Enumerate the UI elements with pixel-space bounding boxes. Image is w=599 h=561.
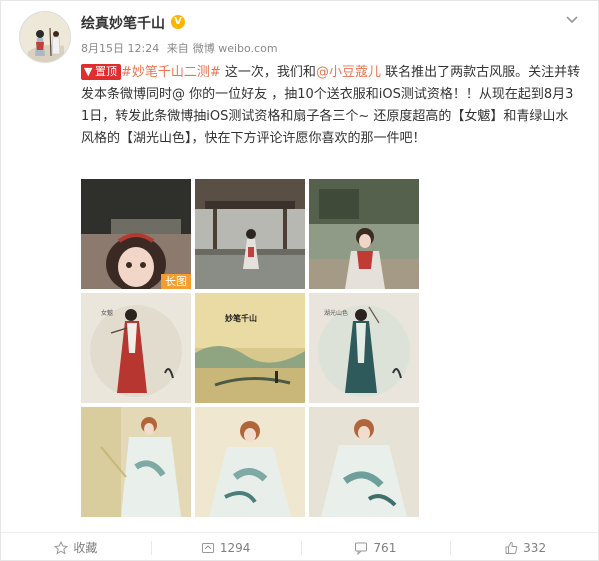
image-thumbnail[interactable]: 湖光山色 — [309, 293, 419, 403]
post-source-prefix: 来自 — [166, 42, 189, 55]
hashtag-link[interactable]: #妙笔千山二测# — [121, 65, 221, 80]
verified-badge-icon: V — [171, 15, 185, 29]
comment-count: 761 — [373, 540, 397, 555]
repost-icon — [201, 542, 214, 553]
pinned-label: 置顶 — [95, 65, 117, 78]
image-thumbnail[interactable]: 长图 — [81, 179, 191, 289]
calligraphy-text: 女魃 — [101, 309, 113, 317]
chevron-down-icon[interactable] — [564, 11, 580, 27]
image-thumbnail[interactable] — [195, 407, 305, 517]
like-button[interactable]: 332 — [450, 533, 599, 561]
calligraphy-text: 妙笔千山 — [225, 313, 257, 323]
image-thumbnail[interactable] — [81, 407, 191, 517]
username[interactable]: 绘真妙笔千山 — [81, 13, 165, 33]
star-icon — [54, 540, 69, 555]
comment-button[interactable]: 761 — [300, 533, 451, 561]
repost-button[interactable]: 1294 — [150, 533, 301, 561]
post-body-1: 这一次，我们和 — [220, 65, 316, 80]
comment-icon — [355, 542, 368, 555]
image-thumbnail[interactable] — [195, 179, 305, 289]
image-grid: 长图 女魃 妙笔千山 湖光山色 — [81, 179, 419, 517]
pin-icon: ▼ — [84, 65, 93, 78]
image-thumbnail[interactable] — [309, 407, 419, 517]
post-text: ▼ 置顶 #妙笔千山二测# 这一次，我们和@小豆蔻儿 联名推出了两款古风服。关注并转… — [81, 62, 581, 150]
like-count: 332 — [523, 540, 547, 555]
action-bar: 收藏 1294 761 332 — [1, 532, 599, 561]
pinned-badge: ▼ 置顶 — [81, 64, 121, 80]
post-meta: 8月15日 12:24 来自 微博 weibo.com — [81, 40, 282, 56]
long-image-badge: 长图 — [161, 274, 191, 289]
image-thumbnail[interactable]: 女魃 — [81, 293, 191, 403]
post-source[interactable]: 微博 weibo.com — [193, 42, 278, 55]
repost-count: 1294 — [219, 540, 251, 555]
user-avatar[interactable] — [19, 11, 71, 63]
favorite-label: 收藏 — [73, 541, 98, 555]
weibo-post-card: 绘真妙笔千山 V 8月15日 12:24 来自 微博 weibo.com ▼ 置顶 #… — [0, 0, 599, 561]
post-timestamp[interactable]: 8月15日 12:24 — [81, 42, 159, 55]
image-thumbnail[interactable]: 妙笔千山 — [195, 293, 305, 403]
image-thumbnail[interactable] — [309, 179, 419, 289]
calligraphy-text: 湖光山色 — [324, 309, 348, 317]
favorite-button[interactable]: 收藏 — [1, 533, 151, 561]
mention-link[interactable]: @小豆蔻儿 — [316, 65, 381, 80]
thumbs-up-icon — [505, 541, 518, 554]
